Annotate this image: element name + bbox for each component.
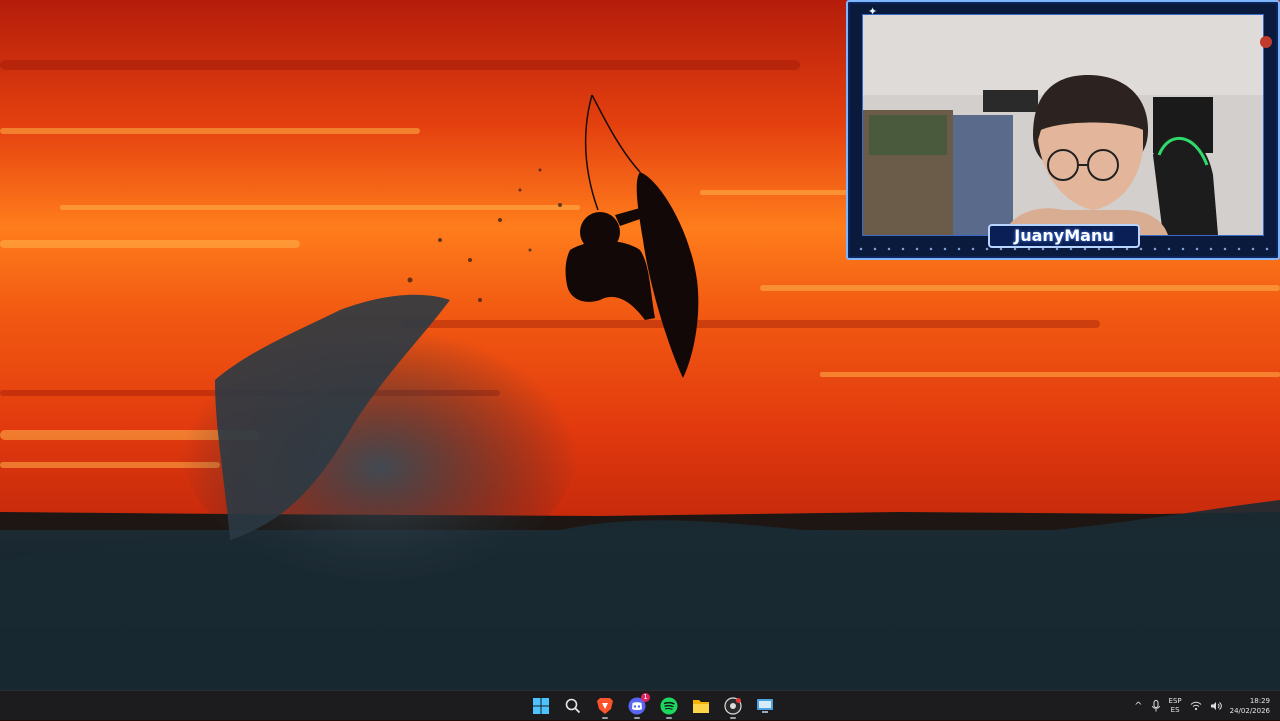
spotify-icon bbox=[660, 697, 678, 715]
webcam-overlay: ✦ JuanyManu bbox=[846, 0, 1280, 260]
taskbar-pinned-apps: 1 bbox=[530, 693, 776, 719]
webcam-feed bbox=[862, 14, 1264, 236]
recorder-icon bbox=[724, 697, 742, 715]
file-explorer-icon bbox=[693, 700, 709, 713]
frame-stars-decoration bbox=[854, 246, 1272, 252]
search-icon bbox=[565, 698, 581, 714]
microphone-icon[interactable] bbox=[1151, 700, 1161, 712]
brave-browser-button[interactable] bbox=[594, 695, 616, 719]
system-tray: ^ ESP ES 18:29 24/02/2026 bbox=[1134, 691, 1274, 721]
discord-button[interactable]: 1 bbox=[626, 693, 650, 719]
discord-notification-badge: 1 bbox=[641, 693, 650, 702]
keyboard-layout-code: ES bbox=[1170, 706, 1180, 714]
recorder-button[interactable] bbox=[722, 695, 744, 719]
wifi-icon[interactable] bbox=[1190, 701, 1202, 711]
file-explorer-button[interactable] bbox=[690, 695, 712, 717]
spotify-button[interactable] bbox=[658, 695, 680, 719]
clock-time: 18:29 bbox=[1249, 697, 1270, 705]
webcam-video bbox=[863, 15, 1263, 235]
language-code: ESP bbox=[1168, 697, 1182, 705]
streamer-nameplate: JuanyManu bbox=[988, 224, 1140, 248]
remote-desktop-button[interactable] bbox=[754, 695, 776, 717]
remote-desktop-icon bbox=[757, 699, 773, 713]
record-indicator-icon bbox=[1260, 36, 1272, 48]
search-button[interactable] bbox=[562, 695, 584, 717]
taskbar: 1 ^ ESP ES 18:29 24/02/2026 bbox=[0, 690, 1280, 720]
brave-browser-icon bbox=[597, 698, 613, 714]
start-icon bbox=[533, 698, 549, 714]
clock-date: 24/02/2026 bbox=[1229, 707, 1270, 715]
show-hidden-icons-chevron-icon[interactable]: ^ bbox=[1134, 701, 1142, 712]
start-button[interactable] bbox=[530, 695, 552, 717]
volume-icon[interactable] bbox=[1210, 701, 1222, 711]
taskbar-clock[interactable]: 18:29 24/02/2026 bbox=[1230, 696, 1270, 716]
input-language-indicator[interactable]: ESP ES bbox=[1169, 697, 1182, 715]
